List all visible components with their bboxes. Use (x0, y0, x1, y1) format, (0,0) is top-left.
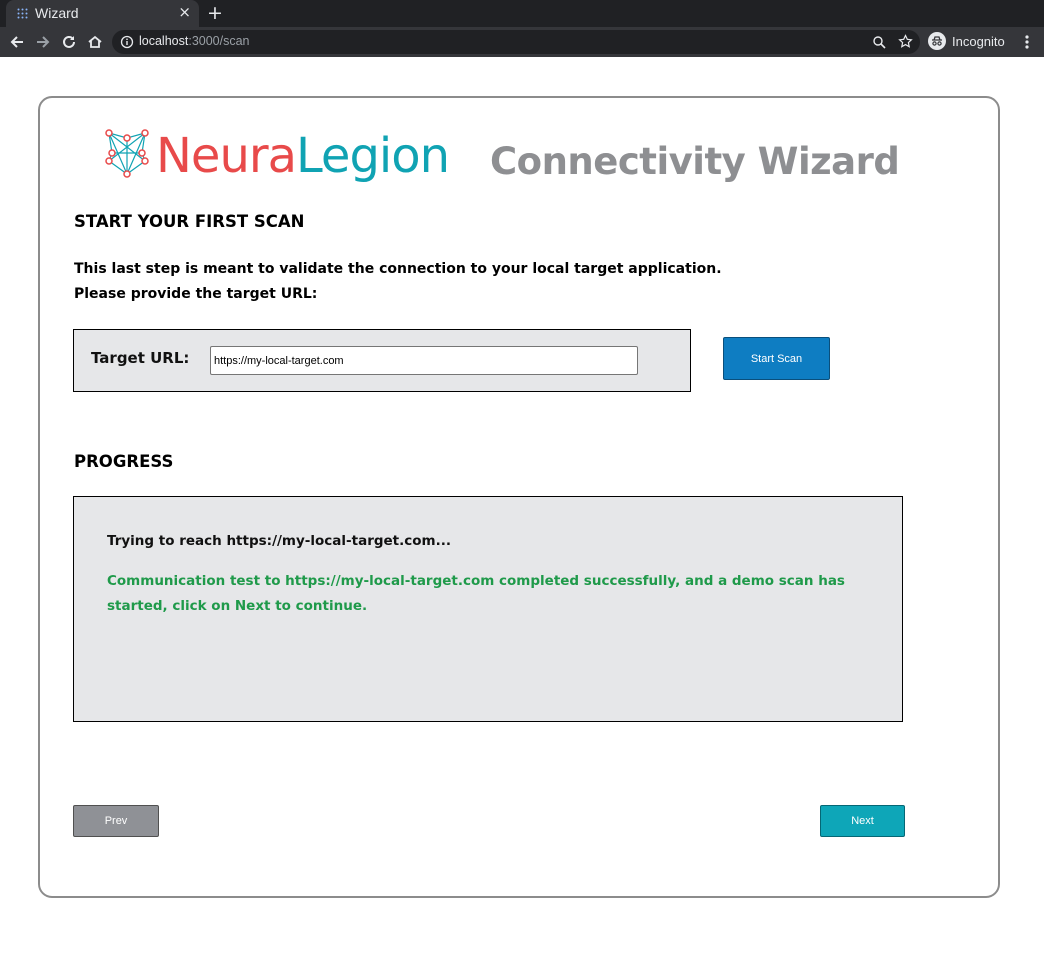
back-arrow-icon[interactable] (7, 32, 27, 52)
info-icon[interactable] (120, 35, 134, 49)
bookmark-star-icon[interactable] (898, 34, 913, 49)
incognito-icon (928, 32, 946, 50)
target-url-panel: Target URL: (73, 329, 691, 392)
address-bar[interactable]: localhost:3000/scan (112, 30, 920, 54)
browser-tab-bar: Wizard × + (0, 0, 1044, 27)
scan-description-line2: Please provide the target URL: (74, 286, 318, 302)
next-button[interactable]: Next (820, 805, 905, 837)
forward-arrow-icon[interactable] (33, 32, 53, 52)
browser-tab[interactable]: Wizard × (6, 0, 199, 27)
address-url: localhost:3000/scan (139, 34, 250, 48)
progress-section-heading: PROGRESS (74, 452, 174, 471)
reload-icon[interactable] (59, 32, 79, 52)
scan-description-line1: This last step is meant to validate the … (74, 261, 722, 277)
url-path: :3000/scan (188, 34, 250, 48)
log-message-info: Trying to reach https://my-local-target.… (107, 533, 451, 549)
prev-button[interactable]: Prev (73, 805, 159, 837)
logo-neura-text: Neura (156, 128, 297, 184)
incognito-label: Incognito (952, 34, 1005, 49)
browser-toolbar: localhost:3000/scan Incognito (0, 27, 1044, 57)
tab-title: Wizard (35, 5, 79, 21)
neural-network-logo-icon (105, 129, 149, 178)
more-menu-icon[interactable] (1021, 32, 1033, 52)
start-scan-button[interactable]: Start Scan (723, 337, 830, 380)
log-message-success: Communication test to https://my-local-t… (107, 573, 845, 614)
favicon-icon (17, 8, 28, 19)
new-tab-icon[interactable]: + (207, 2, 223, 24)
neuralegion-logo: NeuraLegion (104, 128, 450, 196)
home-icon[interactable] (85, 32, 105, 52)
url-host: localhost (139, 34, 189, 48)
zoom-icon[interactable] (872, 35, 886, 49)
page-title: Connectivity Wizard (490, 140, 900, 183)
incognito-indicator[interactable]: Incognito (925, 30, 1013, 54)
target-url-label: Target URL: (91, 349, 190, 367)
scan-section-heading: START YOUR FIRST SCAN (74, 212, 305, 231)
logo-wordmark: NeuraLegion (156, 124, 450, 188)
close-tab-icon[interactable]: × (178, 3, 191, 21)
logo-legion-text: Legion (296, 128, 450, 184)
target-url-input[interactable] (210, 346, 638, 375)
progress-log-panel: Trying to reach https://my-local-target.… (73, 496, 903, 722)
